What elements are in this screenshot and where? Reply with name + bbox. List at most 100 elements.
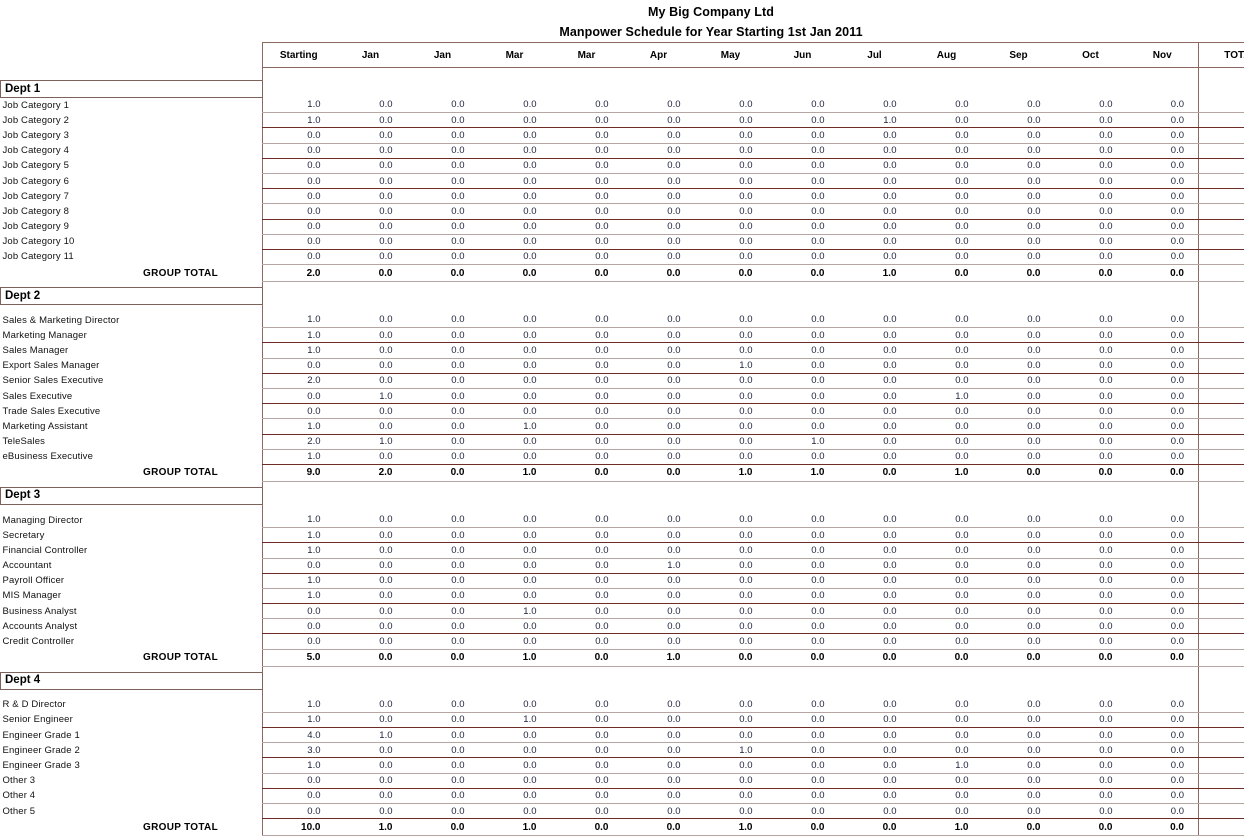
cell-value[interactable]: 0.0 (335, 619, 407, 634)
cell-value[interactable]: 0.0 (623, 573, 695, 588)
cell-value[interactable]: 0.0 (911, 434, 983, 449)
cell-value[interactable]: 0.0 (407, 173, 479, 188)
cell-value[interactable]: 0.0 (767, 389, 839, 404)
cell-value[interactable]: 0.0 (767, 788, 839, 803)
cell-value[interactable]: 0.0 (983, 543, 1055, 558)
cell-value[interactable]: 0.0 (551, 249, 623, 264)
cell-value[interactable]: 0.0 (407, 758, 479, 773)
cell-value[interactable]: 0.0 (695, 249, 767, 264)
cell-value[interactable]: 0.0 (335, 773, 407, 788)
cell-value[interactable]: 0.0 (551, 204, 623, 219)
cell-value[interactable]: 0.0 (983, 512, 1055, 527)
cell-value[interactable]: 1.0 (335, 389, 407, 404)
cell-value[interactable]: 0.0 (407, 204, 479, 219)
cell-value[interactable]: 0.0 (479, 788, 551, 803)
cell-value[interactable]: 0.0 (335, 173, 407, 188)
cell-value[interactable]: 0.0 (983, 204, 1055, 219)
cell-value[interactable]: 0.0 (839, 773, 911, 788)
cell-value[interactable]: 0.0 (983, 788, 1055, 803)
cell-value[interactable]: 0.0 (767, 219, 839, 234)
cell-value[interactable]: 0.0 (767, 588, 839, 603)
cell-value[interactable]: 0.0 (335, 604, 407, 619)
cell-value[interactable]: 0.0 (695, 404, 767, 419)
cell-value[interactable]: 0.0 (1127, 204, 1199, 219)
cell-value[interactable]: 0.0 (479, 773, 551, 788)
cell-value[interactable]: 0.0 (551, 389, 623, 404)
cell-value[interactable]: 0.0 (551, 743, 623, 758)
cell-value[interactable]: 0.0 (983, 419, 1055, 434)
cell-value[interactable]: 0.0 (479, 358, 551, 373)
cell-value[interactable]: 0.0 (479, 588, 551, 603)
cell-value[interactable]: 0.0 (551, 543, 623, 558)
cell-value[interactable]: 0.0 (1055, 419, 1127, 434)
cell-value[interactable]: 0.0 (839, 434, 911, 449)
cell-value[interactable]: 0.0 (479, 189, 551, 204)
cell-value[interactable]: 0.0 (551, 173, 623, 188)
cell-value[interactable]: 0.0 (911, 404, 983, 419)
cell-value[interactable]: 0.0 (839, 219, 911, 234)
cell-value[interactable]: 1.0 (263, 543, 335, 558)
cell-value[interactable]: 0.0 (551, 573, 623, 588)
cell-value[interactable]: 0.0 (1127, 234, 1199, 249)
cell-value[interactable]: 0.0 (1055, 573, 1127, 588)
cell-value[interactable]: 0.0 (983, 588, 1055, 603)
cell-value[interactable]: 0.0 (551, 758, 623, 773)
cell-value[interactable]: 0.0 (839, 758, 911, 773)
row-total-value[interactable]: 1.0 (1199, 558, 1244, 573)
cell-value[interactable]: 0.0 (983, 173, 1055, 188)
cell-value[interactable]: 0.0 (479, 343, 551, 358)
cell-value[interactable]: 1.0 (479, 604, 551, 619)
cell-value[interactable]: 0.0 (407, 234, 479, 249)
cell-value[interactable]: 0.0 (1055, 543, 1127, 558)
cell-value[interactable]: 0.0 (695, 712, 767, 727)
cell-value[interactable]: 0.0 (1055, 558, 1127, 573)
cell-value[interactable]: 0.0 (335, 219, 407, 234)
row-total-value[interactable]: 1.0 (1199, 343, 1244, 358)
cell-value[interactable]: 0.0 (839, 249, 911, 264)
cell-value[interactable]: 1.0 (263, 758, 335, 773)
cell-value[interactable]: 0.0 (839, 697, 911, 712)
cell-value[interactable]: 0.0 (407, 113, 479, 128)
cell-value[interactable]: 0.0 (1055, 528, 1127, 543)
cell-value[interactable]: 0.0 (1055, 249, 1127, 264)
cell-value[interactable]: 0.0 (983, 128, 1055, 143)
cell-value[interactable]: 0.0 (335, 234, 407, 249)
cell-value[interactable]: 0.0 (407, 358, 479, 373)
cell-value[interactable]: 0.0 (479, 543, 551, 558)
cell-value[interactable]: 0.0 (1055, 373, 1127, 388)
cell-value[interactable]: 0.0 (695, 328, 767, 343)
cell-value[interactable]: 0.0 (1055, 604, 1127, 619)
cell-value[interactable]: 1.0 (263, 343, 335, 358)
cell-value[interactable]: 0.0 (1055, 743, 1127, 758)
cell-value[interactable]: 0.0 (407, 788, 479, 803)
cell-value[interactable]: 0.0 (983, 697, 1055, 712)
cell-value[interactable]: 0.0 (407, 343, 479, 358)
cell-value[interactable]: 0.0 (767, 358, 839, 373)
cell-value[interactable]: 0.0 (407, 434, 479, 449)
cell-value[interactable]: 0.0 (623, 373, 695, 388)
cell-value[interactable]: 0.0 (263, 189, 335, 204)
cell-value[interactable]: 0.0 (911, 373, 983, 388)
cell-value[interactable]: 0.0 (335, 313, 407, 328)
cell-value[interactable]: 0.0 (623, 634, 695, 649)
cell-value[interactable]: 0.0 (983, 434, 1055, 449)
cell-value[interactable]: 0.0 (911, 604, 983, 619)
cell-value[interactable]: 0.0 (911, 743, 983, 758)
cell-value[interactable]: 0.0 (695, 604, 767, 619)
cell-value[interactable]: 0.0 (335, 143, 407, 158)
cell-value[interactable]: 0.0 (335, 634, 407, 649)
cell-value[interactable]: 0.0 (911, 528, 983, 543)
cell-value[interactable]: 0.0 (623, 604, 695, 619)
cell-value[interactable]: 0.0 (623, 219, 695, 234)
cell-value[interactable]: 0.0 (407, 219, 479, 234)
cell-value[interactable]: 0.0 (623, 728, 695, 743)
cell-value[interactable]: 0.0 (695, 588, 767, 603)
cell-value[interactable]: 0.0 (1055, 712, 1127, 727)
cell-value[interactable]: 0.0 (911, 158, 983, 173)
cell-value[interactable]: 0.0 (335, 697, 407, 712)
cell-value[interactable]: 0.0 (695, 219, 767, 234)
cell-value[interactable]: 0.0 (335, 803, 407, 818)
cell-value[interactable]: 1.0 (767, 434, 839, 449)
cell-value[interactable]: 0.0 (479, 558, 551, 573)
cell-value[interactable]: 0.0 (911, 128, 983, 143)
